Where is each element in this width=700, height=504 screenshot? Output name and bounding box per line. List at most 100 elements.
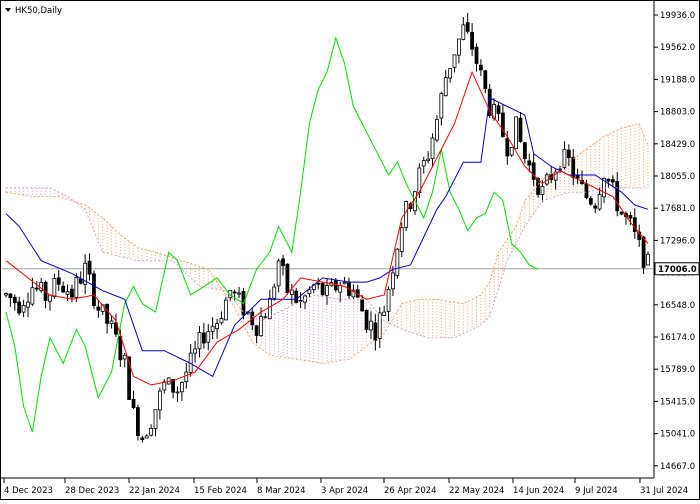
candlestick	[122, 352, 127, 368]
candlestick	[465, 12, 470, 34]
chart-canvas[interactable]: 19936.0 19562.0 19188.0 18803.0 18429.0 18055…	[0, 0, 700, 500]
symbol-header: HK50,Daily	[5, 6, 62, 16]
price-tick-label: 19936.0	[660, 11, 695, 21]
candlestick	[571, 149, 576, 186]
time-tick-label: 8 Mar 2024	[257, 486, 305, 496]
candlestick	[140, 435, 145, 443]
candlestick	[197, 326, 202, 358]
time-tick-label: 15 Feb 2024	[194, 486, 247, 496]
triangle-down-icon[interactable]	[5, 8, 11, 12]
candlestick	[355, 284, 360, 299]
candlestick	[56, 270, 61, 292]
time-tick-label: 14 Jun 2024	[513, 486, 564, 496]
candlestick	[83, 254, 88, 295]
candlestick	[452, 54, 457, 73]
price-tick-label: 15041.0	[660, 430, 695, 440]
candlestick	[448, 68, 453, 83]
candlestick	[4, 292, 8, 298]
candlestick	[386, 286, 391, 322]
candlestick	[43, 280, 48, 309]
candlestick	[294, 287, 299, 305]
candlestick	[470, 23, 475, 57]
chart-area[interactable]: 19936.0 19562.0 19188.0 18803.0 18429.0 18055…	[0, 0, 700, 500]
price-tick-label: 17296.0	[660, 236, 695, 246]
candlestick	[272, 283, 277, 301]
time-tick-label: 22 May 2024	[449, 486, 504, 496]
chart-frame	[0, 0, 700, 500]
candlestick	[26, 292, 30, 318]
candlestick	[632, 208, 637, 239]
candlestick	[588, 196, 593, 206]
price-tick-label: 16174.0	[660, 333, 695, 343]
candlestick	[483, 69, 488, 94]
candlestick	[179, 381, 184, 402]
candlestick	[206, 323, 211, 351]
candlestick	[474, 43, 479, 72]
candlestick	[373, 314, 378, 351]
candlestick	[153, 409, 158, 437]
candlestick	[518, 111, 523, 143]
price-tick-label: 18429.0	[660, 140, 695, 150]
candlestick	[144, 434, 149, 439]
price-tick-label: 19188.0	[660, 75, 695, 85]
candlestick	[395, 248, 400, 279]
tenkan-sen-line	[5, 70, 649, 386]
candlestick	[193, 340, 197, 363]
candlestick	[342, 276, 347, 285]
price-tick-label: 18055.0	[660, 172, 695, 182]
price-tick-label: 17681.0	[660, 204, 695, 214]
candlestick	[21, 299, 26, 318]
candlestick	[263, 312, 268, 319]
candlestick	[61, 281, 66, 293]
price-axis[interactable]: 19936.0 19562.0 19188.0 18803.0 18429.0 18055…	[654, 11, 695, 472]
candlestick	[149, 424, 154, 437]
current-price-tag: 17006.0	[654, 262, 700, 276]
candlestick	[580, 170, 584, 185]
candlestick	[171, 379, 175, 399]
current-price-label: 17006.0	[658, 265, 697, 275]
candlestick	[136, 404, 140, 441]
price-tick-label: 16548.0	[660, 301, 695, 311]
candlestick	[593, 203, 598, 214]
candlestick	[320, 282, 325, 297]
price-tick-label: 15415.0	[660, 397, 695, 407]
candlestick	[399, 222, 404, 258]
candlestick	[276, 258, 281, 293]
candlestick	[215, 318, 219, 339]
candlestick	[219, 311, 224, 325]
candlestick	[92, 270, 96, 310]
candlestick	[303, 294, 307, 310]
candlestick	[496, 103, 501, 122]
candlestick	[87, 253, 92, 281]
time-tick-label: 9 Jul 2024	[575, 486, 618, 496]
ichimoku-cloud	[5, 123, 649, 364]
time-tick-label: 4 Dec 2023	[4, 486, 53, 496]
price-tick-label: 15789.0	[660, 365, 695, 375]
candlestick	[254, 325, 259, 344]
time-tick-label: 22 Jan 2024	[129, 486, 180, 496]
candlestick	[637, 224, 642, 247]
candlestick	[223, 296, 228, 321]
candlestick	[201, 322, 206, 349]
candlestick	[281, 254, 285, 276]
price-tick-label: 14667.0	[660, 462, 695, 472]
time-tick-label: 26 Apr 2024	[384, 486, 437, 496]
candlestick	[461, 17, 466, 41]
candlestick	[17, 296, 22, 316]
candlestick	[479, 59, 483, 77]
time-tick-label: 28 Dec 2023	[65, 486, 119, 496]
candlestick	[421, 156, 426, 174]
price-tick-label: 18803.0	[660, 108, 695, 118]
candlestick	[575, 168, 580, 185]
candlestick	[364, 309, 369, 333]
candlestick	[646, 251, 650, 266]
candlestick	[8, 293, 13, 307]
candlestick	[443, 69, 448, 97]
candlestick	[34, 281, 39, 292]
candlesticks	[4, 12, 650, 443]
time-axis[interactable]: 4 Dec 2023 28 Dec 2023 22 Jan 2024 15 Feb 2…	[3, 478, 688, 496]
candlestick	[105, 303, 110, 334]
candlestick	[369, 311, 373, 339]
candlestick	[457, 38, 461, 64]
candlestick	[210, 317, 215, 340]
